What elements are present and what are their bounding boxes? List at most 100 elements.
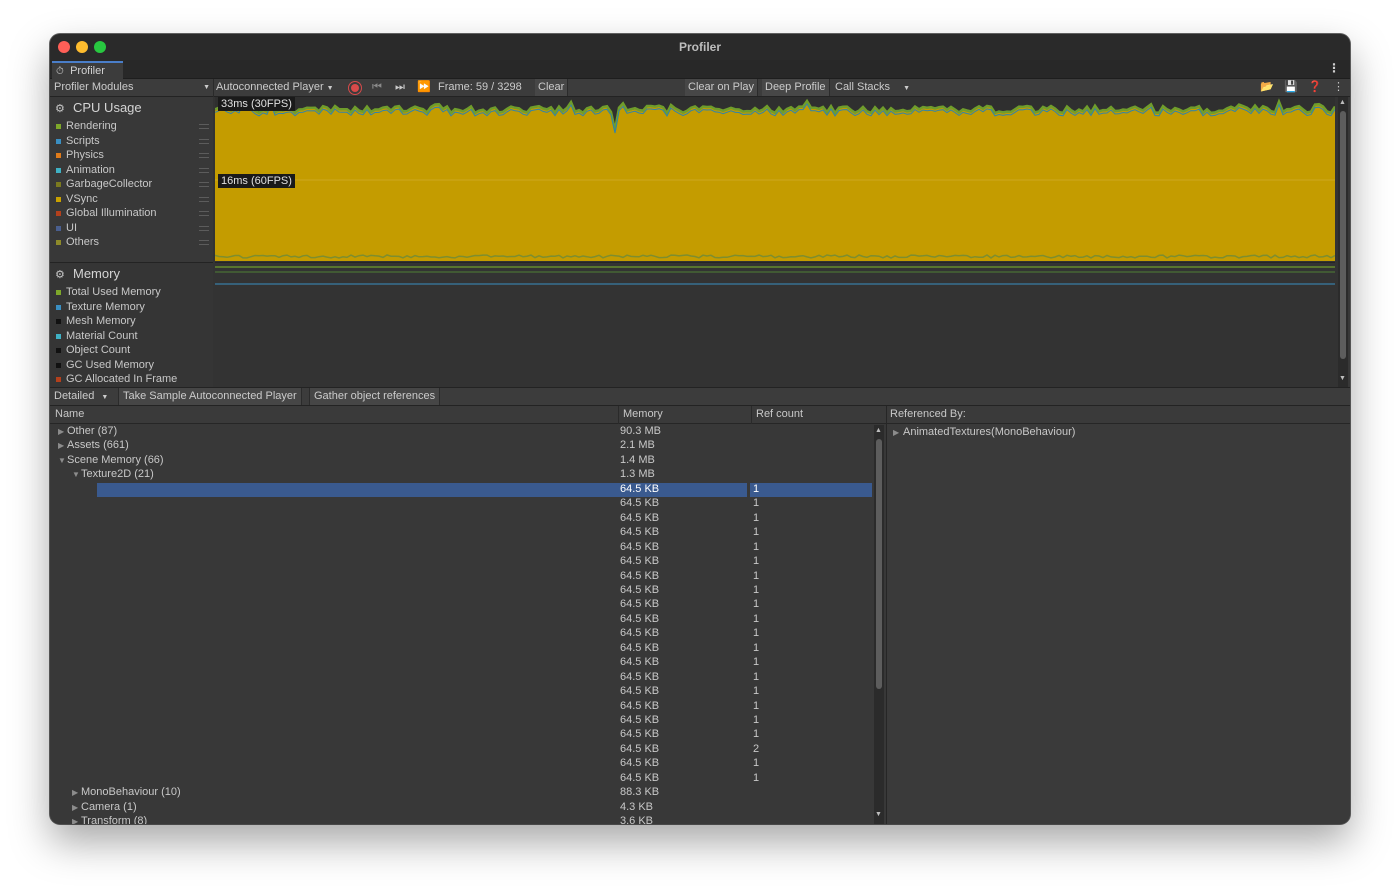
tree-row[interactable]: 64.5 KB 1 — [50, 757, 874, 772]
first-frame-icon[interactable]: ⏮ — [372, 79, 382, 96]
tree-row[interactable]: 64.5 KB 1 — [50, 598, 874, 613]
expand-arrow-icon[interactable]: ▶ — [72, 788, 81, 797]
take-sample-button[interactable]: Take Sample Autoconnected Player — [118, 388, 302, 405]
tree-row[interactable]: 64.5 KB 1 — [50, 685, 874, 700]
drag-handle-icon[interactable] — [199, 211, 209, 216]
scroll-down-icon[interactable]: ▼ — [1339, 375, 1346, 382]
tree-row[interactable]: 64.5 KB 1 — [50, 642, 874, 657]
record-button[interactable] — [348, 81, 362, 95]
expand-arrow-icon[interactable]: ▶ — [58, 441, 67, 450]
gather-object-references-button[interactable]: Gather object references — [309, 388, 441, 405]
memory-legend-item[interactable]: GC Allocated In Frame — [56, 373, 213, 387]
cpu-legend-item[interactable]: Others — [56, 236, 213, 250]
drag-handle-icon[interactable] — [199, 153, 209, 158]
column-divider[interactable] — [618, 406, 619, 424]
scroll-up-icon[interactable]: ▲ — [1339, 99, 1346, 106]
memory-legend-item[interactable]: Total Used Memory — [56, 286, 213, 300]
memory-legend-item[interactable]: GC Used Memory — [56, 359, 213, 373]
cpu-legend-item[interactable]: Scripts — [56, 135, 213, 149]
tree-row[interactable]: ▶ Other (87) 90.3 MB — [50, 425, 874, 440]
tree-row-memory: 64.5 KB — [620, 526, 660, 539]
tree-row[interactable]: 64.5 KB 1 — [50, 584, 874, 599]
tree-row[interactable]: 64.5 KB 1 — [50, 512, 874, 527]
drag-handle-icon[interactable] — [199, 124, 209, 129]
profiler-modules-dropdown[interactable]: Profiler Modules ▼ — [54, 79, 212, 96]
memory-legend-item[interactable]: Object Count — [56, 344, 213, 358]
deep-profile-button[interactable]: Deep Profile — [762, 79, 830, 96]
memory-legend-item[interactable]: Material Count — [56, 330, 213, 344]
tab-profiler[interactable]: ⏱ Profiler — [52, 61, 123, 79]
tree-row[interactable]: 64.5 KB 1 — [50, 671, 874, 686]
expand-arrow-icon[interactable]: ▶ — [72, 803, 81, 812]
tree-row[interactable]: ▶ Assets (661) 2.1 MB — [50, 439, 874, 454]
more-options-icon[interactable]: ⋮ — [1333, 79, 1344, 96]
drag-handle-icon[interactable] — [199, 196, 209, 202]
tree-row[interactable]: ▶ Camera (1) 4.3 KB — [50, 801, 874, 816]
memory-legend-item[interactable]: Mesh Memory — [56, 315, 213, 329]
cpu-legend-item[interactable]: Physics — [56, 149, 213, 163]
tree-row[interactable]: 64.5 KB 2 — [50, 743, 874, 758]
expand-arrow-icon[interactable]: ▶ — [893, 428, 903, 437]
memory-module-header[interactable]: ⚙ Memory — [50, 263, 213, 285]
tree-scrollbar[interactable]: ▲ ▼ — [874, 425, 884, 824]
legend-swatch — [56, 290, 61, 295]
tree-row[interactable]: 64.5 KB 1 — [50, 541, 874, 556]
cpu-legend-item[interactable]: GarbageCollector — [56, 178, 213, 192]
column-divider[interactable] — [751, 406, 752, 424]
scroll-down-icon[interactable]: ▼ — [875, 811, 882, 818]
drag-handle-icon[interactable] — [199, 182, 209, 187]
expand-arrow-icon[interactable]: ▶ — [58, 427, 67, 436]
cpu-legend-item[interactable]: VSync — [56, 193, 213, 207]
tree-row[interactable]: 64.5 KB 1 — [50, 772, 874, 787]
expand-arrow-icon[interactable]: ▶ — [72, 817, 81, 824]
collapse-arrow-icon[interactable]: ▼ — [58, 456, 67, 465]
column-memory[interactable]: Memory — [623, 408, 663, 420]
tree-scrollbar-thumb[interactable] — [876, 439, 882, 689]
scroll-up-icon[interactable]: ▲ — [875, 427, 882, 434]
clear-on-play-button[interactable]: Clear on Play — [685, 79, 759, 96]
next-frame-icon[interactable]: ⏭ — [395, 79, 405, 96]
cpu-legend-item[interactable]: UI — [56, 222, 213, 236]
cpu-usage-chart[interactable]: 33ms (30FPS) 16ms (60FPS) — [215, 97, 1335, 261]
memory-legend-item[interactable]: Texture Memory — [56, 301, 213, 315]
drag-handle-icon[interactable] — [199, 167, 209, 173]
cpu-legend-item[interactable]: Global Illumination — [56, 207, 213, 221]
tree-row[interactable]: 64.5 KB 1 — [50, 497, 874, 512]
charts-scrollbar[interactable]: ▲ ▼ — [1338, 97, 1348, 387]
drag-handle-icon[interactable] — [199, 240, 209, 245]
last-frame-icon[interactable]: ⏩ — [417, 79, 431, 96]
cpu-legend-item[interactable]: Animation — [56, 164, 213, 178]
memory-chart[interactable] — [215, 262, 1335, 387]
tree-row[interactable]: 64.5 KB 1 — [50, 526, 874, 541]
collapse-arrow-icon[interactable]: ▼ — [72, 470, 81, 479]
cpu-module-header[interactable]: ⚙ CPU Usage — [50, 97, 213, 119]
tree-row[interactable]: 64.5 KB 1 — [50, 555, 874, 570]
tree-row[interactable]: 64.5 KB 1 — [50, 627, 874, 642]
tree-row[interactable]: 64.5 KB 1 — [50, 613, 874, 628]
load-icon[interactable]: 📂 — [1260, 79, 1274, 96]
save-icon[interactable]: 💾 — [1284, 79, 1298, 96]
tree-row[interactable]: 64.5 KB 1 — [50, 570, 874, 585]
tree-row[interactable]: 64.5 KB 1 — [50, 656, 874, 671]
column-ref-count[interactable]: Ref count — [756, 408, 803, 420]
tree-row[interactable]: ▶ MonoBehaviour (10) 88.3 KB — [50, 786, 874, 801]
charts-scrollbar-thumb[interactable] — [1340, 111, 1346, 359]
clear-button[interactable]: Clear — [535, 79, 569, 96]
tree-row[interactable]: ▼Texture2D (21) 1.3 MB — [50, 468, 874, 483]
drag-handle-icon[interactable] — [199, 138, 209, 144]
tree-row[interactable]: 64.5 KB 1 — [50, 728, 874, 743]
view-mode-dropdown[interactable]: Detailed ▼ — [50, 388, 112, 405]
tree-row[interactable]: 64.5 KB 1 — [50, 482, 874, 498]
column-name[interactable]: Name — [55, 408, 84, 420]
tree-row[interactable]: 64.5 KB 1 — [50, 700, 874, 715]
more-options-icon[interactable]: ⋮ — [1328, 61, 1340, 75]
tree-row[interactable]: ▶ Transform (8) 3.6 KB — [50, 815, 874, 824]
tree-row[interactable]: ▼Scene Memory (66) 1.4 MB — [50, 454, 874, 469]
referenced-by-item[interactable]: ▶ AnimatedTextures(MonoBehaviour) — [893, 426, 1075, 438]
player-dropdown[interactable]: Autoconnected Player ▼ — [216, 79, 334, 96]
cpu-legend-item[interactable]: Rendering — [56, 120, 213, 134]
help-icon[interactable]: ❓ — [1308, 79, 1322, 96]
tree-row[interactable]: 64.5 KB 1 — [50, 714, 874, 729]
call-stacks-dropdown[interactable]: Call Stacks ▼ — [835, 79, 910, 96]
drag-handle-icon[interactable] — [199, 225, 209, 231]
